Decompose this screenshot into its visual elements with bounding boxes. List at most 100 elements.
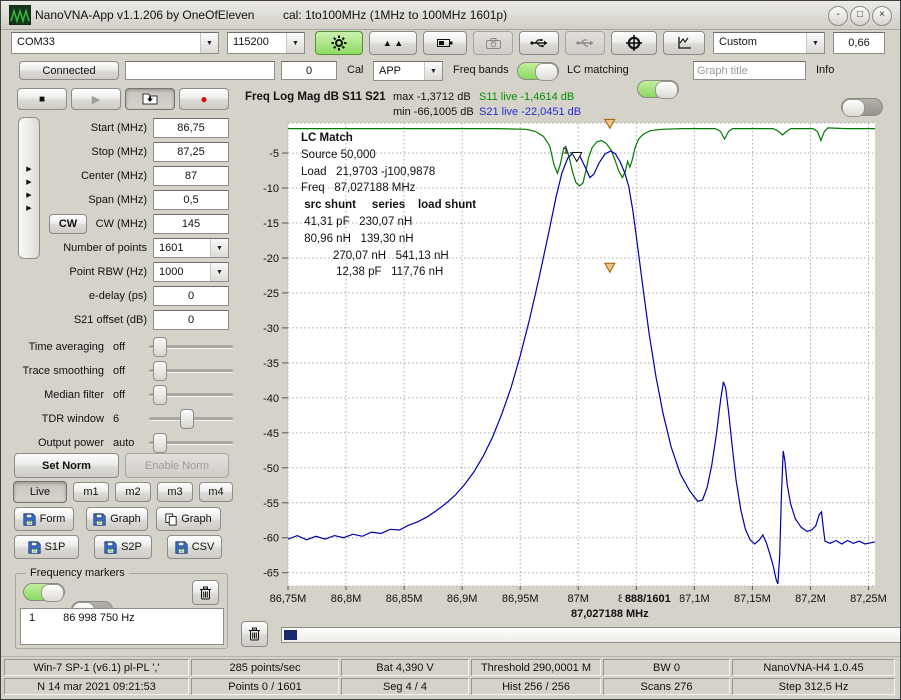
command-input[interactable] <box>125 61 275 80</box>
statusbar-row-1: Win-7 SP-1 (v6.1) pl-PL ',' 285 points/s… <box>4 659 895 676</box>
edelay-input[interactable] <box>153 286 229 306</box>
m2-button[interactable]: m2 <box>115 482 151 502</box>
usb-disconnect-button[interactable] <box>565 31 605 55</box>
scale-value-input[interactable] <box>833 32 885 54</box>
connected-button[interactable]: Connected <box>19 61 119 80</box>
set-norm-button[interactable]: Set Norm <box>14 453 119 478</box>
tdr-window-slider[interactable] <box>149 409 233 427</box>
chevron-down-icon[interactable]: ▼ <box>806 33 824 53</box>
chevron-down-icon[interactable]: ▼ <box>286 33 304 53</box>
s21-offset-input[interactable] <box>153 310 229 330</box>
enable-norm-button[interactable]: Enable Norm <box>125 453 229 478</box>
live-button[interactable]: Live <box>13 481 67 503</box>
trace-smoothing-label: Trace smoothing <box>9 365 104 377</box>
marker-frequency: 86 998 750 Hz <box>63 612 135 624</box>
maximize-button[interactable]: □ <box>850 6 870 26</box>
screenshot-button[interactable] <box>473 31 513 55</box>
median-filter-slider[interactable] <box>149 385 233 403</box>
record-button[interactable]: ● <box>179 88 229 110</box>
status-os: Win-7 SP-1 (v6.1) pl-PL ',' <box>4 659 189 676</box>
stop-icon: ■ <box>39 94 45 105</box>
chevron-down-icon[interactable]: ▼ <box>210 263 228 281</box>
statusbar-divider <box>1 656 901 657</box>
y-axis-label: -55 <box>263 498 279 510</box>
save-s2p-button[interactable]: S2P <box>94 535 152 559</box>
chevron-down-icon[interactable]: ▼ <box>200 33 218 53</box>
graph-settings-button[interactable] <box>663 31 705 55</box>
preset-select[interactable]: Custom ▼ <box>713 32 825 54</box>
sweep-position-thumb[interactable] <box>284 630 297 640</box>
save-graph-button[interactable]: Graph <box>86 507 148 531</box>
sidebar-expander[interactable]: ▶ ▶ ▶ ▶ <box>18 117 40 259</box>
slider-thumb[interactable] <box>153 433 167 453</box>
slider-thumb[interactable] <box>153 361 167 381</box>
slider-thumb[interactable] <box>153 337 167 357</box>
com-port-select[interactable]: COM33 ▼ <box>11 32 219 54</box>
com-port-value: COM33 <box>12 33 200 53</box>
cw-input[interactable] <box>153 214 229 234</box>
toggle-knob <box>41 584 64 602</box>
span-input[interactable] <box>153 190 229 210</box>
y-axis-label: -5 <box>269 148 279 160</box>
x-axis-label: 87,15M <box>734 593 771 605</box>
sidebar: ■ ▶ ● ▶ ▶ ▶ ▶ Start (MHz) Stop (MHz) Cen… <box>9 86 233 656</box>
points-select[interactable]: 1601 ▼ <box>153 238 229 258</box>
markers-toggle-1[interactable] <box>23 583 65 601</box>
graph-title-input[interactable] <box>693 61 806 80</box>
cal-mode-select[interactable]: APP ▼ <box>373 61 443 81</box>
close-button[interactable]: × <box>872 6 892 26</box>
open-folder-button[interactable] <box>125 88 175 110</box>
floppy-icon <box>104 541 117 554</box>
output-power-slider[interactable] <box>149 433 233 451</box>
m3-button[interactable]: m3 <box>157 482 193 502</box>
tdr-window-label: TDR window <box>9 413 104 425</box>
m1-button[interactable]: m1 <box>73 482 109 502</box>
floppy-icon <box>23 513 36 526</box>
save-s1p-button[interactable]: S1P <box>14 535 79 559</box>
status-step: Step 312,5 Hz <box>732 678 895 695</box>
play-button[interactable]: ▶ <box>71 88 121 110</box>
baud-select[interactable]: 115200 ▼ <box>227 32 305 54</box>
value-input[interactable] <box>281 61 337 80</box>
settings-button[interactable] <box>315 31 363 55</box>
marker-list-item[interactable]: 1 86 998 750 Hz <box>21 609 223 624</box>
time-averaging-slider[interactable] <box>149 337 233 355</box>
trace-smoothing-slider[interactable] <box>149 361 233 379</box>
time-averaging-value: off <box>113 341 125 353</box>
y-axis-label: -20 <box>263 253 279 265</box>
freq-bands-toggle[interactable] <box>517 62 559 80</box>
copy-graph-button[interactable]: Graph <box>156 507 221 531</box>
usb-connect-button[interactable] <box>519 31 559 55</box>
stop-button[interactable]: ■ <box>17 88 67 110</box>
clear-chart-button[interactable] <box>241 621 268 647</box>
save-csv-button[interactable]: CSV <box>167 535 222 559</box>
slider-thumb[interactable] <box>180 409 194 429</box>
usb-icon <box>530 37 548 49</box>
rbw-value: 1000 <box>154 263 210 281</box>
slider-thumb[interactable] <box>153 385 167 405</box>
status-points: Points 0 / 1601 <box>191 678 339 695</box>
calibration-button[interactable] <box>611 31 657 55</box>
y-axis-label: -65 <box>263 568 279 580</box>
stop-input[interactable] <box>153 142 229 162</box>
battery-button[interactable] <box>423 31 467 55</box>
frequency-markers-title: Frequency markers <box>26 567 129 579</box>
rbw-select[interactable]: 1000 ▼ <box>153 262 229 282</box>
start-input[interactable] <box>153 118 229 138</box>
chevron-down-icon[interactable]: ▼ <box>210 239 228 257</box>
y-axis-label: -15 <box>263 218 279 230</box>
floppy-icon <box>93 513 106 526</box>
center-input[interactable] <box>153 166 229 186</box>
m4-button[interactable]: m4 <box>199 482 233 502</box>
save-csv-label: CSV <box>192 541 215 553</box>
marker-list[interactable]: 1 86 998 750 Hz <box>20 608 224 645</box>
save-form-button[interactable]: Form <box>14 507 74 531</box>
minimize-button[interactable]: - <box>828 6 848 26</box>
status-battery: Bat 4,390 V <box>341 659 469 676</box>
sweep-up-button[interactable]: ▲ ▲ <box>369 31 417 55</box>
start-label: Start (MHz) <box>9 122 147 134</box>
delete-markers-button[interactable] <box>192 580 219 605</box>
x-axis-label: 86,85M <box>386 593 423 605</box>
sweep-scrollbar[interactable] <box>281 627 901 643</box>
chevron-down-icon[interactable]: ▼ <box>424 62 442 80</box>
